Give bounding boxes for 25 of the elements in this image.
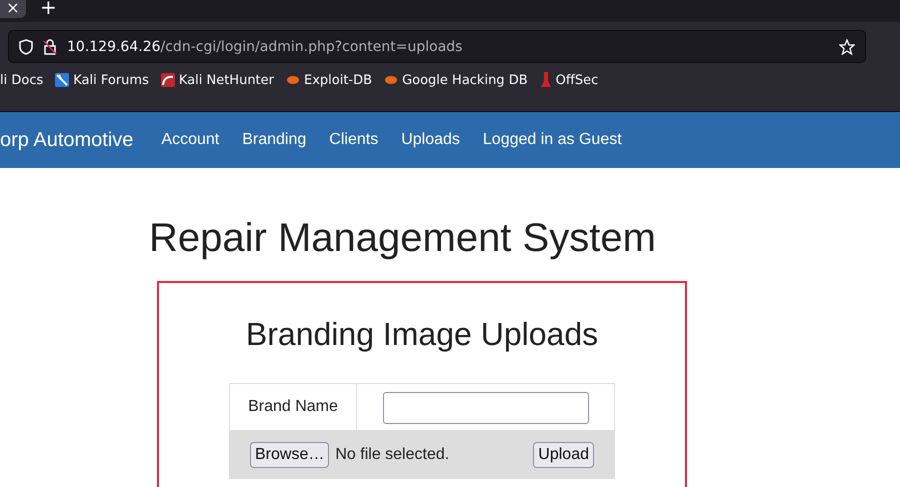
browse-button[interactable]: Browse… — [250, 442, 330, 468]
insecure-lock-icon — [43, 38, 57, 54]
new-tab-button[interactable]: + — [40, 0, 57, 19]
panel-title: Branding Image Uploads — [246, 316, 598, 353]
upload-button[interactable]: Upload — [533, 442, 594, 468]
bookmark-link[interactable]: Kali Forums — [55, 72, 149, 88]
flask-icon — [540, 72, 552, 88]
shield-icon — [19, 38, 33, 54]
bookmark-link[interactable]: Kali NetHunter — [160, 72, 274, 88]
page-title: Repair Management System — [149, 216, 657, 261]
nav-link[interactable]: Clients — [329, 131, 378, 149]
brand-name-field[interactable] — [383, 392, 589, 424]
url-text: 10.129.64.26/cdn-cgi/login/admin.php?content=uploads — [67, 38, 464, 54]
bookmark-link[interactable]: li Docs — [0, 72, 44, 88]
nav-link[interactable]: Branding — [242, 131, 306, 149]
star-icon[interactable] — [839, 38, 855, 54]
nav-link[interactable]: Uploads — [401, 131, 460, 149]
bookmark-link[interactable]: OffSec — [540, 72, 598, 88]
file-status: No file selected. — [335, 446, 450, 464]
nav-link[interactable]: Logged in as Guest — [482, 131, 622, 149]
bookmark-link[interactable]: Google Hacking DB — [384, 72, 528, 88]
nav-link[interactable]: Account — [161, 131, 220, 149]
bookmark-link[interactable]: Exploit-DB — [286, 72, 372, 88]
brand-link[interactable]: orp Automotive — [0, 128, 134, 152]
address-bar[interactable]: 10.129.64.26/cdn-cgi/login/admin.php?content=uploads — [8, 30, 866, 63]
